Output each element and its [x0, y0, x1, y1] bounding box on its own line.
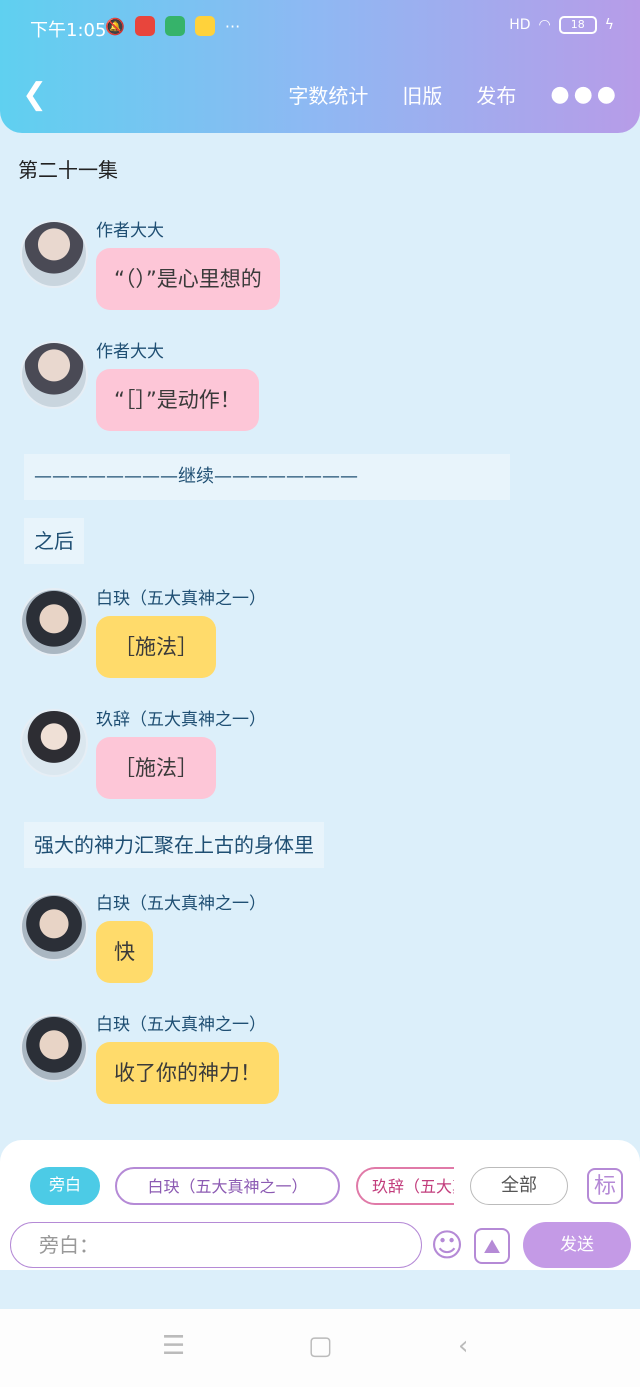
- signal-icon: HD: [509, 17, 531, 33]
- speaker-name: 白玦（五大真神之一）: [96, 1015, 266, 1035]
- old-version-button[interactable]: 旧版: [402, 80, 442, 109]
- send-button[interactable]: 发送: [523, 1222, 631, 1268]
- narration-text[interactable]: 强大的神力汇聚在上古的身体里: [24, 822, 324, 868]
- role-chip-baijue[interactable]: 白玦（五大真神之一）: [115, 1167, 340, 1205]
- role-chip-all[interactable]: 全部: [470, 1167, 568, 1205]
- avatar[interactable]: [22, 343, 86, 407]
- header-actions: 字数统计 旧版 发布 ●●●: [288, 80, 620, 109]
- more-notifications: ···: [224, 16, 241, 36]
- speaker-name: 玖辞（五大真神之一）: [96, 710, 266, 730]
- status-right-icons: HD ◠ 18 ϟ: [509, 16, 614, 34]
- back-button[interactable]: ❮: [22, 80, 47, 110]
- menu-icon[interactable]: ☰: [162, 1331, 185, 1361]
- chevron-left-icon: ❮: [22, 77, 48, 112]
- more-menu-button[interactable]: ●●●: [550, 82, 620, 107]
- system-navigation-bar: ☰ ▢ ‹: [0, 1309, 640, 1387]
- publish-button[interactable]: 发布: [476, 80, 516, 109]
- back-nav-icon[interactable]: ‹: [458, 1331, 468, 1361]
- home-icon[interactable]: ▢: [308, 1331, 333, 1361]
- status-time: 下午1:05: [30, 20, 107, 41]
- message-bubble[interactable]: “［］”是动作！: [96, 369, 259, 431]
- role-chip-jiuci[interactable]: 玖辞（五大真神之一）: [356, 1167, 454, 1205]
- emoji-icon[interactable]: ☺: [428, 1226, 466, 1264]
- speaker-name: 白玦（五大真神之一）: [96, 589, 266, 609]
- role-chip-narrator[interactable]: 旁白: [30, 1167, 100, 1205]
- message-bubble[interactable]: 快: [96, 921, 153, 983]
- composer-panel: 旁白 白玦（五大真神之一） 玖辞（五大真神之一） 全部 标 旁白： ☺ ⛰ 发送: [0, 1140, 640, 1270]
- message-bubble[interactable]: ［施法］: [96, 616, 216, 678]
- message-bubble[interactable]: “（）”是心里想的: [96, 248, 280, 310]
- message-bubble[interactable]: ［施法］: [96, 737, 216, 799]
- app-header: 下午1:05 🔕 ··· HD ◠ 18 ϟ ❮ 字数统计 旧版 发布 ●●●: [0, 0, 640, 133]
- novel-app-icon: [194, 16, 215, 36]
- avatar[interactable]: [22, 590, 86, 654]
- speaker-name: 作者大大: [96, 221, 164, 241]
- word-count-button[interactable]: 字数统计: [288, 80, 368, 109]
- mute-bell-icon: 🔕: [105, 16, 125, 36]
- wifi-icon: ◠: [538, 17, 551, 33]
- speaker-name: 作者大大: [96, 342, 164, 362]
- message-bubble[interactable]: 收了你的神力！: [96, 1042, 279, 1104]
- mark-button[interactable]: 标: [587, 1168, 623, 1204]
- battery-icon: 18: [558, 16, 597, 34]
- charging-icon: ϟ: [604, 17, 614, 33]
- avatar[interactable]: [22, 222, 86, 286]
- app-notification-icon: [134, 16, 155, 36]
- avatar[interactable]: [22, 895, 86, 959]
- avatar[interactable]: [22, 711, 86, 775]
- chapter-title: 第二十一集: [18, 158, 118, 182]
- speaker-name: 白玦（五大真神之一）: [96, 894, 266, 914]
- narration-divider[interactable]: ————————继续————————: [24, 454, 510, 500]
- narration-text[interactable]: 之后: [24, 518, 84, 564]
- avatar[interactable]: [22, 1016, 86, 1080]
- image-icon[interactable]: ⛰: [474, 1228, 510, 1264]
- message-input[interactable]: 旁白：: [10, 1222, 422, 1268]
- status-left-icons: 🔕 ···: [105, 16, 240, 36]
- video-app-icon: [164, 16, 185, 36]
